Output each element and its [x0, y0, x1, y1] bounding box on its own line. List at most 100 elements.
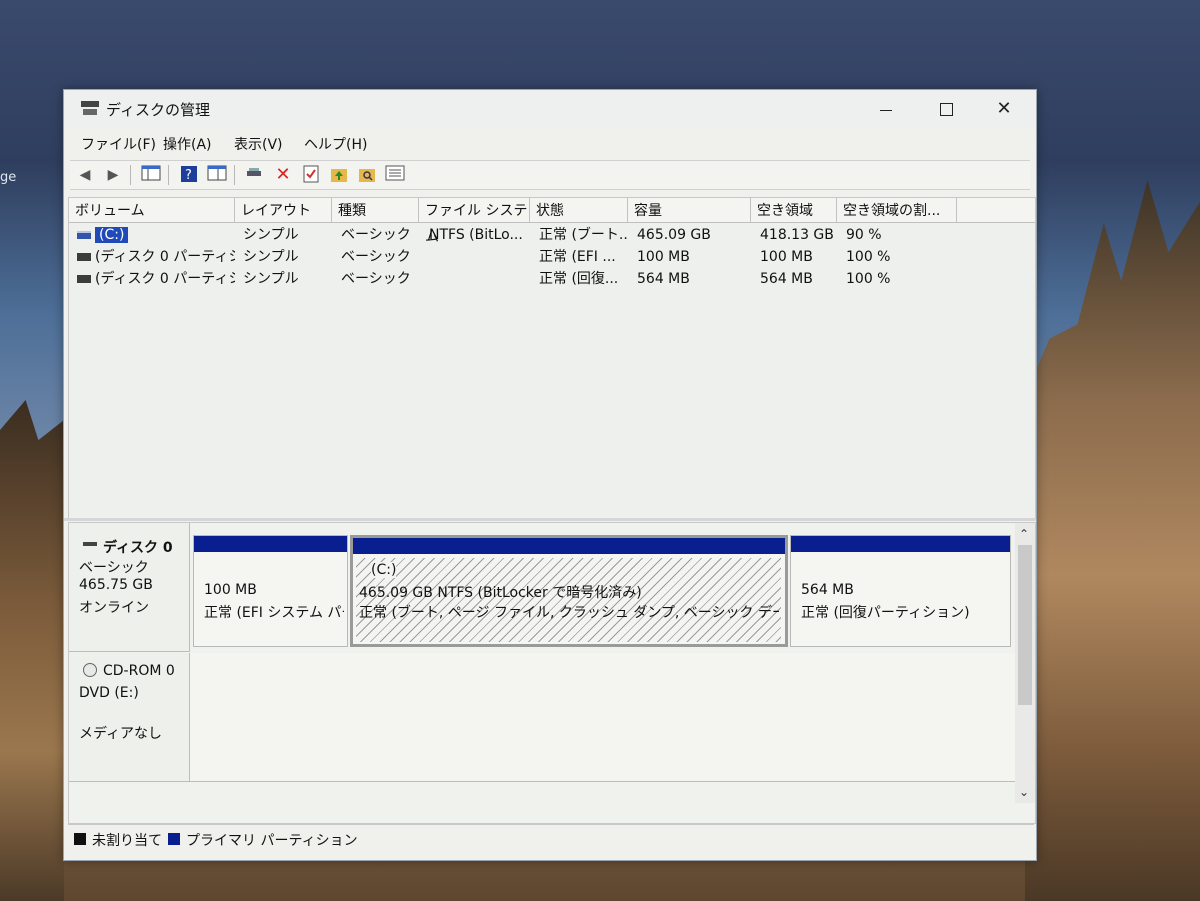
column-free-space[interactable]: 空き領域	[751, 198, 837, 222]
volume-name: (C:)	[95, 227, 129, 243]
console-tree-icon[interactable]	[140, 165, 162, 185]
check-icon[interactable]	[300, 165, 322, 185]
delete-icon[interactable]: ✕	[272, 165, 294, 185]
column-filesystem[interactable]: ファイル システム	[419, 198, 530, 245]
volume-list-header: ボリューム レイアウト 種類 ファイル システム 状態 容量 空き領域 空き領域…	[69, 198, 1035, 245]
volume-free-percent: 100 %	[846, 271, 891, 287]
connect-icon[interactable]	[244, 165, 266, 185]
disk-management-window: ディスクの管理 ✕ ファイル(F) 操作(A) 表示(V) ヘルプ(H) ◀ ▶…	[63, 89, 1037, 861]
volume-list: ボリューム レイアウト 種類 ファイル システム 状態 容量 空き領域 空き領域…	[68, 197, 1036, 519]
partition-c-drive[interactable]: (C:) 465.09 GB NTFS (BitLocker で暗号化済み) 正…	[350, 535, 788, 647]
properties-icon[interactable]	[206, 165, 228, 185]
menu-bar: ファイル(F) 操作(A) 表示(V) ヘルプ(H)	[64, 130, 1036, 154]
volume-type: ベーシック	[341, 227, 411, 243]
volume-free: 418.13 GB	[760, 227, 834, 243]
partition-size: 100 MB	[204, 582, 257, 598]
column-type[interactable]: 種類	[332, 198, 419, 222]
partition-status: 正常 (ブート, ページ ファイル, クラッシュ ダンプ, ベーシック データ …	[359, 605, 779, 621]
volume-free-percent: 100 %	[846, 249, 891, 265]
partition-status: 正常 (EFI システム パーティション)	[204, 605, 344, 621]
unallocated-swatch	[74, 833, 86, 845]
partition-recovery[interactable]: 564 MB 正常 (回復パーティション)	[790, 535, 1011, 647]
disk-0-title: ディスク 0	[103, 540, 173, 556]
volume-fs	[429, 246, 529, 268]
legend-unallocated: 未割り当て	[92, 833, 162, 849]
legend-bar: 未割り当て プライマリ パーティション	[68, 824, 1034, 849]
column-free-percent[interactable]: 空き領域の割...	[837, 198, 957, 222]
pane-splitter[interactable]	[64, 518, 1036, 521]
search-folder-icon[interactable]	[356, 165, 378, 185]
column-layout[interactable]: レイアウト	[235, 198, 332, 222]
volume-capacity: 465.09 GB	[637, 227, 711, 243]
window-title: ディスクの管理	[106, 101, 210, 119]
menu-file[interactable]: ファイル(F)	[81, 134, 156, 154]
scroll-up-icon[interactable]: ⌃	[1019, 527, 1029, 541]
volume-free: 100 MB	[760, 249, 813, 265]
scroll-down-icon[interactable]: ⌄	[1019, 785, 1029, 799]
desktop-rock-right	[1025, 180, 1200, 901]
menu-view[interactable]: 表示(V)	[234, 134, 283, 154]
desktop-icon-label: ge	[0, 170, 17, 185]
volume-name: (ディスク 0 パーティシ...	[95, 271, 235, 287]
maximize-button[interactable]	[924, 94, 968, 124]
volume-type: ベーシック	[341, 271, 411, 287]
close-button[interactable]: ✕	[982, 94, 1026, 124]
volume-status: 正常 (回復...	[539, 271, 619, 287]
primary-partition-swatch	[168, 833, 180, 845]
menu-help[interactable]: ヘルプ(H)	[304, 134, 367, 154]
volume-free-percent: 90 %	[846, 227, 882, 243]
volume-type: ベーシック	[341, 249, 411, 265]
volume-status: 正常 (ブート...	[539, 227, 627, 243]
back-arrow-icon[interactable]: ◀	[74, 165, 96, 185]
column-volume[interactable]: ボリューム	[69, 198, 235, 222]
disk-0-label[interactable]: ディスク 0 ベーシック 465.75 GB オンライン	[69, 523, 190, 652]
toolbar: ◀ ▶ ? ✕	[70, 160, 1030, 190]
scroll-thumb[interactable]	[1018, 545, 1032, 705]
partition-bar	[791, 536, 1010, 552]
column-capacity[interactable]: 容量	[628, 198, 751, 222]
title-bar: ディスクの管理 ✕	[64, 90, 1036, 128]
cdrom-0-area[interactable]	[190, 653, 1015, 782]
disk-0-type: ベーシック	[79, 560, 149, 576]
volume-status: 正常 (EFI ...	[539, 249, 616, 265]
cdrom-0-title: CD-ROM 0	[103, 663, 175, 679]
minimize-icon	[880, 110, 892, 111]
volume-icon	[77, 275, 91, 283]
volume-icon	[77, 253, 91, 261]
volume-icon	[77, 231, 91, 239]
partition-status: 正常 (回復パーティション)	[801, 605, 970, 621]
cdrom-0-label[interactable]: CD-ROM 0 DVD (E:) メディアなし	[69, 653, 190, 782]
volume-layout: シンプル	[243, 249, 299, 265]
forward-arrow-icon[interactable]: ▶	[102, 165, 124, 185]
help-icon[interactable]: ?	[178, 165, 200, 185]
disk-icon	[83, 542, 97, 546]
cdrom-0-media: メディアなし	[79, 726, 163, 742]
column-status[interactable]: 状態	[530, 198, 628, 222]
partition-size: 564 MB	[801, 582, 854, 598]
minimize-button[interactable]	[864, 94, 908, 124]
volume-row[interactable]: (ディスク 0 パーティシ... シンプル ベーシック 正常 (回復... 56…	[69, 268, 1035, 290]
list-icon[interactable]	[384, 165, 406, 185]
disk-0-size: 465.75 GB	[79, 577, 153, 593]
volume-fs: NTFS (BitLo...	[429, 227, 523, 243]
volume-layout: シンプル	[243, 227, 299, 243]
maximize-icon	[940, 103, 953, 116]
volume-fs	[429, 268, 529, 290]
volume-row[interactable]: (C:) シンプル ベーシック NTFS (BitLo... 正常 (ブート..…	[69, 224, 1035, 246]
cdrom-0-drive: DVD (E:)	[79, 685, 139, 701]
volume-row[interactable]: (ディスク 0 パーティシ... シンプル ベーシック 正常 (EFI ... …	[69, 246, 1035, 268]
disk-management-icon	[81, 101, 99, 115]
partition-efi[interactable]: 100 MB 正常 (EFI システム パーティション)	[193, 535, 348, 647]
menu-action[interactable]: 操作(A)	[163, 134, 212, 154]
disk-view-scrollbar[interactable]: ⌃ ⌄	[1015, 523, 1035, 803]
partition-drive-letter: (C:)	[371, 562, 397, 578]
desktop-rock-left	[0, 400, 64, 901]
up-folder-icon[interactable]	[328, 165, 350, 185]
legend-primary-partition: プライマリ パーティション	[186, 833, 358, 849]
volume-capacity: 564 MB	[637, 271, 690, 287]
partition-size: 465.09 GB NTFS (BitLocker で暗号化済み)	[359, 585, 642, 601]
disk-graphical-view: ディスク 0 ベーシック 465.75 GB オンライン 100 MB 正常 (…	[68, 522, 1036, 824]
disk-0-state: オンライン	[79, 600, 149, 616]
volume-name: (ディスク 0 パーティシ...	[95, 249, 235, 265]
volume-capacity: 100 MB	[637, 249, 690, 265]
